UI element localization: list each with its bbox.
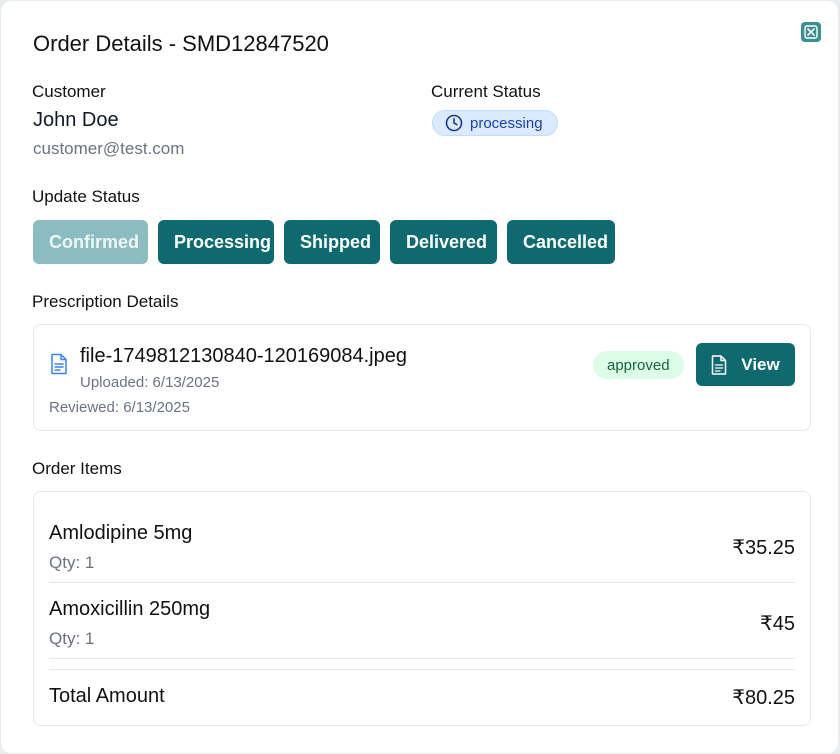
item-price: ₹35.25 xyxy=(732,537,795,559)
prescription-card: file-1749812130840-120169084.jpeg Upload… xyxy=(33,324,811,431)
item-name: Amlodipine 5mg xyxy=(49,522,193,544)
approval-badge: approved xyxy=(593,351,684,379)
prescription-file-name: file-1749812130840-120169084.jpeg xyxy=(80,345,407,367)
order-details-modal: Order Details - SMD12847520 Customer Joh… xyxy=(1,1,838,753)
clock-icon xyxy=(445,114,463,132)
total-amount-label: Total Amount xyxy=(49,685,165,707)
customer-email: customer@test.com xyxy=(33,139,185,158)
status-button-confirmed[interactable]: Confirmed xyxy=(33,220,148,264)
status-button-cancelled[interactable]: Cancelled xyxy=(507,220,615,264)
total-divider xyxy=(49,669,795,670)
item-quantity: Qty: 1 xyxy=(49,629,95,648)
document-icon xyxy=(51,353,67,375)
status-button-group: Confirmed Processing Shipped Delivered C… xyxy=(33,220,615,264)
order-items-card: Amlodipine 5mg Qty: 1 ₹35.25 Amoxicillin… xyxy=(33,491,811,726)
update-status-label: Update Status xyxy=(32,187,140,206)
prescription-details-label: Prescription Details xyxy=(32,292,179,311)
status-badge-text: processing xyxy=(470,114,543,132)
view-button-label: View xyxy=(741,354,780,374)
status-badge: processing xyxy=(432,110,558,136)
item-quantity: Qty: 1 xyxy=(49,553,95,572)
modal-title: Order Details - SMD12847520 xyxy=(33,31,329,56)
order-item: Amoxicillin 250mg Qty: 1 ₹45 xyxy=(49,598,795,658)
item-divider xyxy=(49,582,795,583)
status-button-delivered[interactable]: Delivered xyxy=(390,220,497,264)
order-item: Amlodipine 5mg Qty: 1 ₹35.25 xyxy=(49,522,795,582)
close-icon xyxy=(804,25,818,39)
item-divider xyxy=(49,658,795,659)
item-name: Amoxicillin 250mg xyxy=(49,598,211,620)
document-icon xyxy=(712,354,727,375)
prescription-uploaded-date: Uploaded: 6/13/2025 xyxy=(80,374,220,391)
status-button-shipped[interactable]: Shipped xyxy=(284,220,380,264)
prescription-reviewed-date: Reviewed: 6/13/2025 xyxy=(49,399,190,416)
item-price: ₹45 xyxy=(760,613,795,635)
view-prescription-button[interactable]: View xyxy=(696,343,795,386)
order-items-label: Order Items xyxy=(32,459,122,478)
status-button-processing[interactable]: Processing xyxy=(158,220,274,264)
close-button[interactable] xyxy=(801,22,821,42)
total-amount-value: ₹80.25 xyxy=(732,687,795,709)
current-status-label: Current Status xyxy=(431,82,541,101)
customer-name: John Doe xyxy=(33,109,119,131)
customer-label: Customer xyxy=(32,82,106,101)
